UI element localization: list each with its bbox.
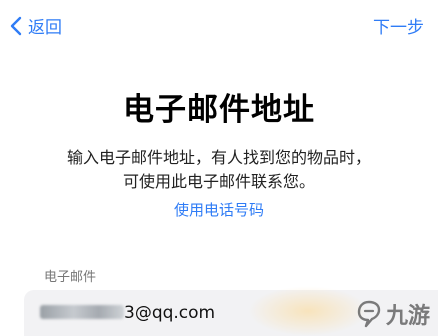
description-line-1: 输入电子邮件地址，有人找到您的物品时，	[66, 148, 371, 167]
navigation-bar: 返回 下一步	[0, 0, 438, 50]
back-label: 返回	[28, 18, 62, 38]
redacted-text	[40, 305, 124, 319]
description-line-2: 可使用此电子邮件联系您。	[122, 172, 315, 191]
description: 输入电子邮件地址，有人找到您的物品时， 可使用此电子邮件联系您。	[0, 146, 438, 194]
watermark: 九游	[356, 298, 430, 330]
page-title: 电子邮件地址	[123, 92, 315, 128]
next-button[interactable]: 下一步	[373, 13, 424, 38]
watermark-glow	[248, 286, 368, 336]
use-phone-number-link[interactable]: 使用电话号码	[0, 199, 438, 220]
chevron-left-icon	[10, 16, 22, 35]
watermark-logo-icon	[357, 300, 381, 328]
watermark-text: 九游	[385, 304, 430, 329]
email-field-value: 3@qq.com	[40, 303, 215, 323]
email-field-label: 电子邮件	[44, 270, 97, 285]
back-button[interactable]: 返回	[10, 13, 62, 38]
email-value-suffix: 3@qq.com	[124, 303, 216, 323]
